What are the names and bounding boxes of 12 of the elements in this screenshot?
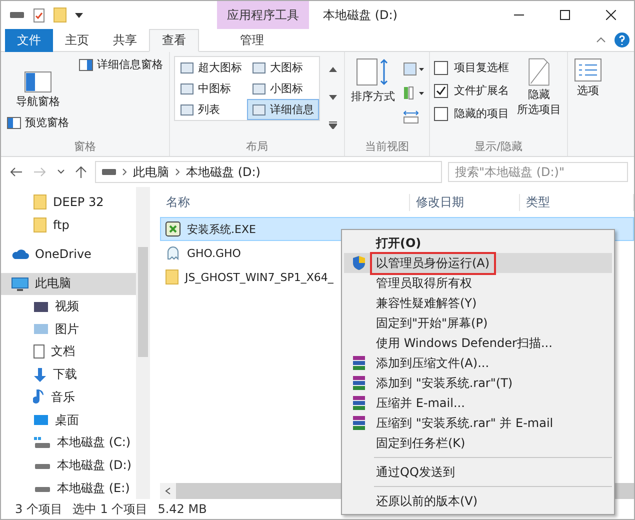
group-caption: 当前视图 <box>364 139 410 154</box>
checkbox-label: 项目复选框 <box>454 60 509 75</box>
group-caption: 窗格 <box>73 139 97 154</box>
window-title: 本地磁盘 (D:) <box>322 6 398 24</box>
checkbox-label: 文件扩展名 <box>454 83 509 98</box>
selection-size: 5.42 MB <box>158 502 207 516</box>
group-caption: 布局 <box>245 139 269 154</box>
context-tab-group: 应用程序工具 <box>217 1 309 29</box>
group-caption: 显示/隐藏 <box>474 139 524 154</box>
selection-count: 选中 1 个项目 <box>72 500 148 518</box>
checkbox-label: 隐藏的项目 <box>454 106 509 121</box>
item-count: 3 个项目 <box>15 500 62 518</box>
